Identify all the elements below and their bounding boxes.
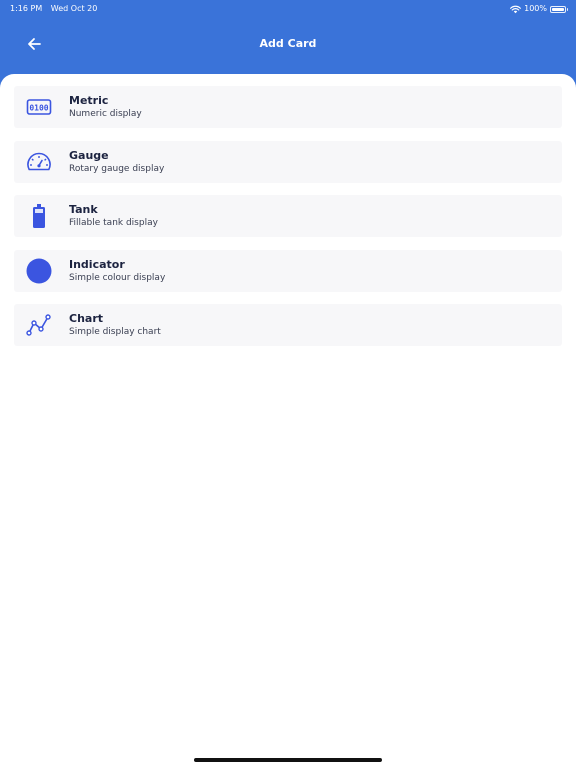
card-type-list: 0100 Metric Numeric display Gauge Rotary… bbox=[14, 86, 562, 359]
home-indicator[interactable] bbox=[194, 758, 382, 762]
card-title: Chart bbox=[69, 312, 104, 325]
status-left: 1:16 PM Wed Oct 20 bbox=[10, 0, 97, 18]
card-option-indicator[interactable]: Indicator Simple colour display bbox=[14, 249, 562, 292]
card-title: Gauge bbox=[69, 148, 109, 162]
chart-icon bbox=[26, 312, 52, 338]
card-option-gauge[interactable]: Gauge Rotary gauge display bbox=[14, 140, 562, 183]
card-title: Indicator bbox=[69, 257, 125, 271]
header: Add Card bbox=[0, 18, 576, 74]
battery-icon bbox=[550, 5, 568, 13]
card-title: Tank bbox=[69, 203, 98, 216]
metric-icon: 0100 bbox=[26, 94, 52, 120]
wifi-icon bbox=[510, 5, 522, 13]
card-option-chart[interactable]: Chart Simple display chart bbox=[14, 304, 562, 346]
card-subtitle: Simple colour display bbox=[69, 272, 166, 283]
tank-icon bbox=[26, 203, 52, 229]
gauge-icon bbox=[26, 149, 52, 175]
card-subtitle: Rotary gauge display bbox=[69, 163, 165, 174]
status-time: 1:16 PM bbox=[10, 4, 43, 13]
status-date: Wed Oct 20 bbox=[50, 4, 98, 13]
svg-text:0100: 0100 bbox=[29, 103, 48, 112]
card-subtitle: Numeric display bbox=[69, 109, 142, 119]
page-title: Add Card bbox=[259, 37, 317, 50]
card-title: Metric bbox=[69, 94, 109, 107]
card-option-tank[interactable]: Tank Fillable tank display bbox=[14, 195, 562, 237]
status-bar: 1:16 PM Wed Oct 20 100% bbox=[0, 0, 576, 18]
status-right: 100% bbox=[510, 0, 568, 18]
card-subtitle: Simple display chart bbox=[69, 327, 161, 337]
content-panel: 0100 Metric Numeric display Gauge Rotary… bbox=[0, 74, 576, 768]
card-option-metric[interactable]: 0100 Metric Numeric display bbox=[14, 86, 562, 128]
indicator-icon bbox=[26, 258, 52, 284]
battery-percent: 100% bbox=[524, 4, 547, 13]
card-subtitle: Fillable tank display bbox=[69, 218, 158, 228]
